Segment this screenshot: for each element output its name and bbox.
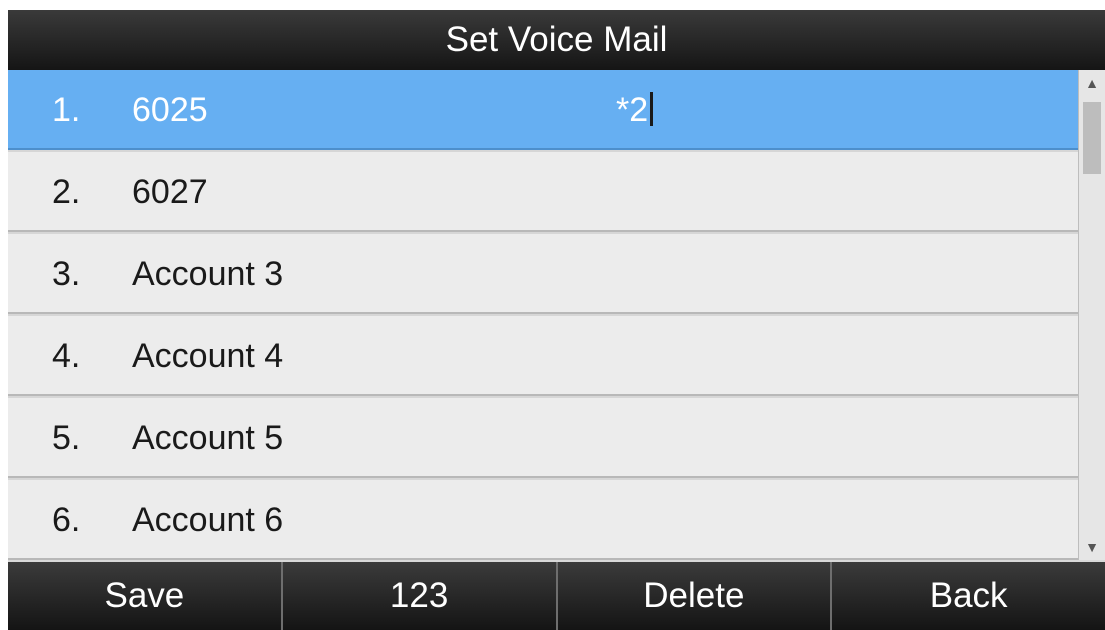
account-row-6[interactable]: 6. Account 6 — [8, 480, 1078, 560]
text-cursor — [650, 92, 654, 126]
row-number: 4. — [52, 337, 81, 375]
save-button[interactable]: Save — [8, 562, 283, 630]
account-row-5[interactable]: 5. Account 5 — [8, 398, 1078, 478]
phone-screen: Set Voice Mail 1. 6025 *2 2. 6027 3. Acc… — [8, 10, 1105, 630]
scroll-thumb[interactable] — [1083, 102, 1101, 174]
account-name: 6025 — [132, 91, 208, 129]
account-row-3[interactable]: 3. Account 3 — [8, 234, 1078, 314]
page-title: Set Voice Mail — [8, 10, 1105, 70]
account-row-2[interactable]: 2. 6027 — [8, 152, 1078, 232]
triangle-up-icon[interactable]: ▲ — [1079, 72, 1105, 94]
account-name: Account 5 — [132, 419, 284, 457]
row-number: 5. — [52, 419, 81, 457]
scrollbar[interactable]: ▲ ▼ — [1078, 70, 1105, 560]
softkey-bar: Save 123 Delete Back — [8, 562, 1105, 630]
delete-button[interactable]: Delete — [558, 562, 833, 630]
back-button[interactable]: Back — [832, 562, 1105, 630]
account-row-4[interactable]: 4. Account 4 — [8, 316, 1078, 396]
row-number: 6. — [52, 501, 81, 539]
triangle-down-icon[interactable]: ▼ — [1079, 536, 1105, 558]
row-number: 2. — [52, 173, 81, 211]
account-name: 6027 — [132, 173, 208, 211]
voice-mail-code-input[interactable]: *2 — [616, 70, 654, 150]
account-row-1[interactable]: 1. 6025 *2 — [8, 70, 1078, 150]
input-mode-button[interactable]: 123 — [283, 562, 558, 630]
account-name: Account 3 — [132, 255, 284, 293]
voice-mail-code-value: *2 — [616, 91, 649, 129]
account-name: Account 4 — [132, 337, 284, 375]
account-name: Account 6 — [132, 501, 284, 539]
row-number: 3. — [52, 255, 81, 293]
voice-mail-list: 1. 6025 *2 2. 6027 3. Account 3 4. Accou… — [8, 70, 1078, 560]
row-number: 1. — [52, 91, 81, 129]
